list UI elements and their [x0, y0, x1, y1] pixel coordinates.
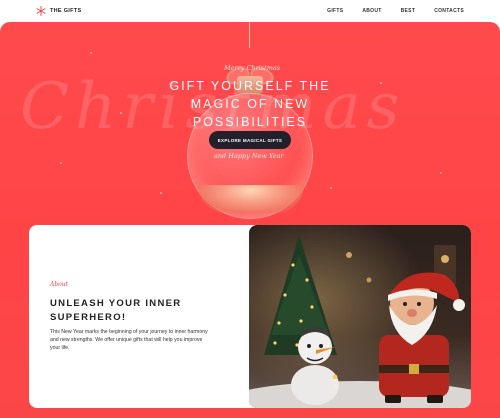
- nav-item-about[interactable]: ABOUT: [362, 8, 381, 14]
- ornament-string: [249, 22, 250, 48]
- ornament-glitter: [198, 185, 304, 213]
- snow-dot: [380, 82, 382, 84]
- about-title: UNLEASH YOUR INNER SUPERHERO!: [50, 298, 182, 323]
- hero-headline: GIFT YOURSELF THE MAGIC OF NEW POSSIBILI…: [169, 79, 331, 129]
- snow-dot: [120, 112, 122, 114]
- snow-dot: [160, 192, 162, 194]
- nav-item-contacts[interactable]: CONTACTS: [434, 8, 464, 14]
- main-nav: GIFTS ABOUT BEST CONTACTS: [327, 8, 464, 14]
- hero-script-top: Merry Christmas: [224, 64, 281, 72]
- snow-dot: [90, 52, 92, 54]
- nav-item-best[interactable]: BEST: [401, 8, 416, 14]
- top-navigation-bar: THE GIFTS GIFTS ABOUT BEST CONTACTS: [0, 0, 500, 22]
- snow-dot: [330, 187, 332, 189]
- snow-dot: [440, 172, 442, 174]
- about-text: This New Year marks the beginning of you…: [50, 329, 208, 351]
- about-label: About: [50, 281, 69, 288]
- snow-dot: [60, 162, 62, 164]
- brand-name: THE GIFTS: [50, 8, 82, 14]
- about-card: About UNLEASH YOUR INNER SUPERHERO! This…: [29, 225, 471, 408]
- hero-script-bottom: and Happy New Year: [214, 152, 284, 160]
- nav-item-gifts[interactable]: GIFTS: [327, 8, 343, 14]
- santa-snowman-image: [249, 225, 471, 408]
- brand-logo[interactable]: THE GIFTS: [36, 6, 81, 16]
- snowflake-icon: [36, 6, 46, 16]
- explore-gifts-button[interactable]: EXPLORE MAGICAL GIFTS: [209, 131, 291, 149]
- hero-section: Christmas Merry Christmas GIFT YOURSELF …: [0, 22, 500, 418]
